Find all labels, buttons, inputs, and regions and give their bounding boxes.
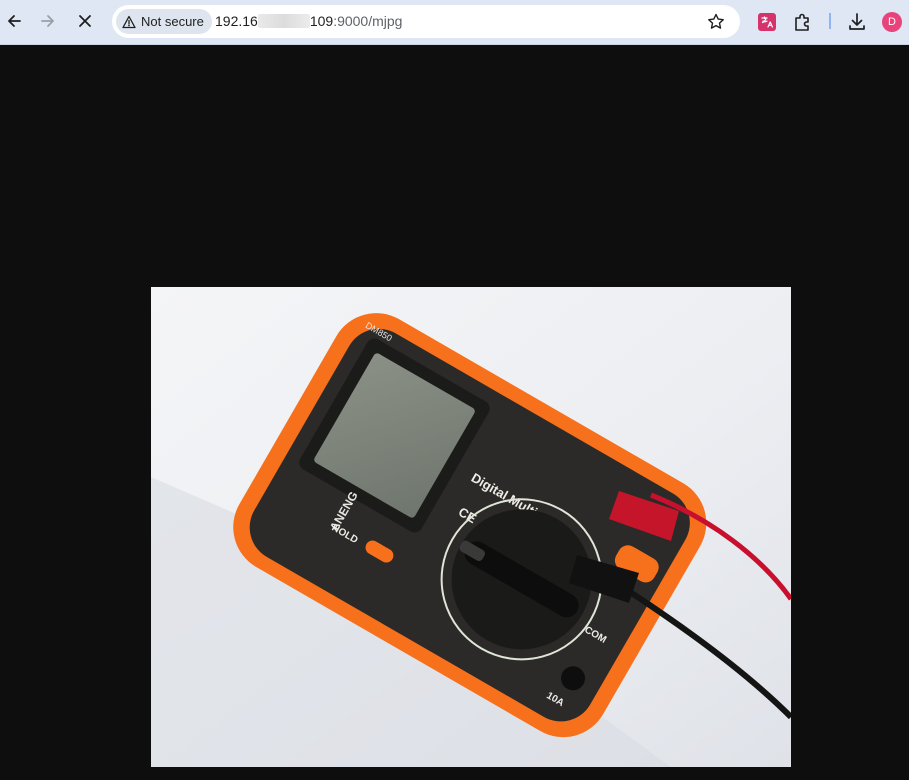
toolbar-divider [829,13,831,29]
profile-avatar[interactable]: D [882,12,902,32]
site-info-chip[interactable]: Not secure [116,9,212,34]
url-path: :9000/mjpg [333,13,403,29]
warning-triangle-icon [122,15,136,28]
multimeter-photo: ANENG DM850 Digital Multimeter CE HOLD 1… [151,287,791,767]
url-host-prefix: 192.16 [215,13,258,29]
forward-button[interactable] [34,7,62,35]
star-icon[interactable] [706,12,726,32]
mjpg-stream-image: ANENG DM850 Digital Multimeter CE HOLD 1… [151,287,791,767]
redacted-url-part [257,14,310,28]
url-text[interactable]: 192.16 109:9000/mjpg [215,5,402,38]
arrow-left-icon [8,15,21,27]
back-button[interactable] [0,7,28,35]
url-host-suffix: 109 [309,13,334,29]
arrow-right-icon [41,15,54,27]
address-bar[interactable]: Not secure 192.16 109:9000/mjpg [112,5,740,38]
puzzle-icon[interactable] [792,11,814,33]
browser-toolbar: Not secure 192.16 109:9000/mjpg D [0,0,909,45]
security-label: Not secure [141,14,204,29]
translate-icon[interactable] [756,11,778,33]
download-icon[interactable] [846,11,868,33]
close-icon [79,15,91,27]
stop-loading-button[interactable] [71,7,99,35]
